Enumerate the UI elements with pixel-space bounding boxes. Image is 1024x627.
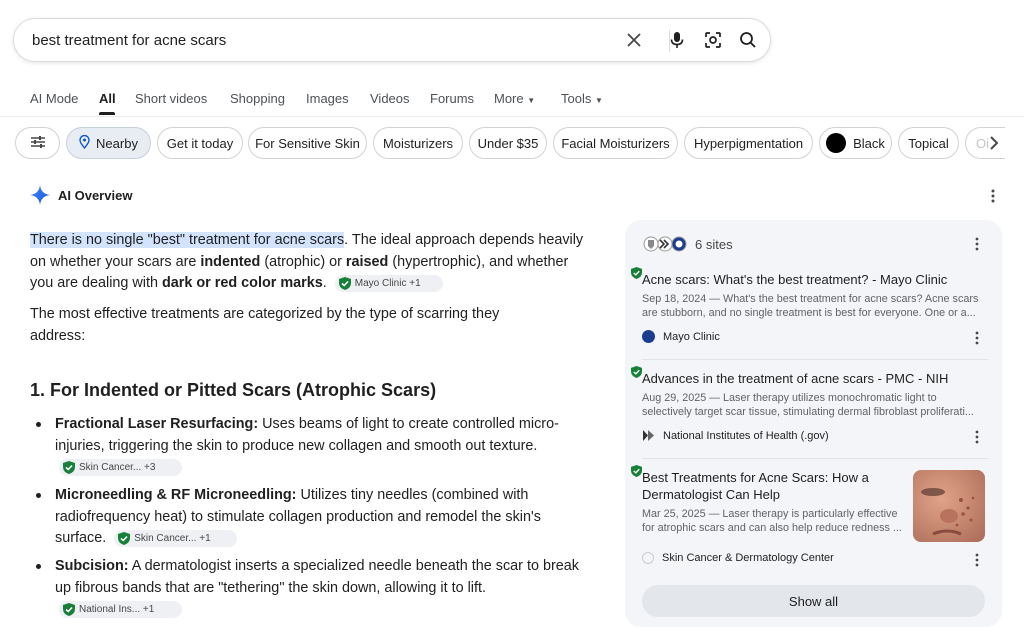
bullet: [36, 493, 41, 498]
active-tab-indicator: [99, 112, 115, 115]
microphone-icon[interactable]: [666, 29, 688, 51]
overview-paragraph-1: There is no single "best" treatment for …: [30, 232, 584, 292]
sources-panel: 6 sites Acne scars: What's the best trea…: [625, 220, 1002, 627]
more-options-icon[interactable]: [975, 430, 979, 444]
nih-favicon-icon: [642, 429, 655, 442]
citation-chip[interactable]: National Ins... +1: [59, 600, 182, 618]
source-snippet: Aug 29, 2025 — Laser therapy utilizes mo…: [642, 392, 974, 418]
tab-videos[interactable]: Videos: [370, 91, 410, 106]
citation-chip[interactable]: Skin Cancer... +3: [59, 458, 182, 476]
camera-lens-icon[interactable]: [702, 29, 724, 51]
more-options-icon[interactable]: [975, 331, 979, 345]
verified-shield-icon: [631, 465, 642, 477]
section-heading: 1. For Indented or Pitted Scars (Atrophi…: [30, 380, 437, 400]
chevron-down-icon: ▼: [527, 96, 536, 105]
overview-paragraph-2: The most effective treatments are catego…: [30, 306, 500, 344]
bullet: [36, 422, 41, 427]
source-site[interactable]: Mayo Clinic: [642, 330, 720, 343]
ai-overview-header: AI Overview: [30, 185, 132, 205]
location-pin-icon: [79, 134, 90, 152]
chip-topical[interactable]: Topical: [898, 127, 959, 159]
chip-under-35[interactable]: Under $35: [469, 127, 547, 159]
tools-button[interactable]: Tools ▼: [561, 91, 603, 106]
sliders-icon: [30, 135, 46, 152]
chip-moisturizers[interactable]: Moisturizers: [373, 127, 463, 159]
chip-facial-moisturizers[interactable]: Facial Moisturizers: [553, 127, 678, 159]
bullet: [36, 564, 41, 569]
verified-shield-icon: [63, 460, 75, 474]
more-options-icon[interactable]: [991, 189, 995, 208]
source-site[interactable]: National Institutes of Health (.gov): [642, 429, 829, 442]
tab-shopping[interactable]: Shopping: [230, 91, 285, 106]
chevron-down-icon: ▼: [594, 96, 603, 105]
citation-chip[interactable]: Mayo Clinic +1: [334, 274, 443, 292]
citation-chip[interactable]: Skin Cancer... +1: [114, 529, 238, 547]
source-title[interactable]: Acne scars: What's the best treatment? -…: [642, 271, 982, 288]
list-item: Subcision: A dermatologist inserts a spe…: [55, 556, 590, 621]
verified-shield-icon: [338, 276, 351, 290]
divider: [642, 458, 988, 459]
tabs-divider: [0, 116, 1024, 117]
chip-black[interactable]: Black: [819, 127, 892, 159]
search-input[interactable]: best treatment for acne scars: [32, 32, 226, 49]
source-site[interactable]: Skin Cancer & Dermatology Center: [642, 552, 834, 564]
more-options-icon[interactable]: [975, 553, 979, 567]
source-title[interactable]: Best Treatments for Acne Scars: How a De…: [642, 469, 892, 503]
divider: [642, 359, 988, 360]
source-title[interactable]: Advances in the treatment of acne scars …: [642, 370, 982, 387]
tab-more[interactable]: More ▼: [494, 91, 535, 106]
sites-header[interactable]: 6 sites: [643, 236, 733, 252]
more-options-icon[interactable]: [975, 237, 979, 251]
chevron-right-icon[interactable]: [988, 135, 1000, 156]
chip-hyperpigmentation[interactable]: Hyperpigmentation: [684, 127, 813, 159]
mayo-clinic-favicon-icon: [642, 330, 655, 343]
clear-icon[interactable]: [623, 29, 645, 51]
filter-settings-button[interactable]: [15, 127, 60, 159]
verified-shield-icon: [118, 531, 131, 545]
site-favicons-icon: [643, 236, 687, 252]
list-item: Fractional Laser Resurfacing: Uses beams…: [55, 414, 565, 479]
tab-all[interactable]: All: [99, 91, 116, 106]
sparkle-icon: [30, 185, 50, 205]
tab-short-videos[interactable]: Short videos: [135, 91, 207, 106]
chip-nearby[interactable]: Nearby: [66, 127, 151, 159]
show-all-button[interactable]: Show all: [642, 585, 985, 617]
verified-shield-icon: [631, 366, 642, 378]
verified-shield-icon: [631, 267, 642, 279]
list-item: Microneedling & RF Microneedling: Utiliz…: [55, 487, 541, 547]
search-bar[interactable]: best treatment for acne scars: [13, 18, 771, 62]
source-snippet: Mar 25, 2025 — Laser therapy is particul…: [642, 508, 902, 534]
chip-get-it-today[interactable]: Get it today: [157, 127, 243, 159]
tab-forums[interactable]: Forums: [430, 91, 474, 106]
black-swatch-icon: [826, 133, 847, 153]
skin-cancer-center-favicon-icon: [642, 552, 654, 564]
chip-for-sensitive-skin[interactable]: For Sensitive Skin: [248, 127, 367, 159]
source-snippet: Sep 18, 2024 — What's the best treatment…: [642, 293, 979, 319]
source-thumbnail[interactable]: [913, 470, 985, 542]
search-icon[interactable]: [737, 29, 759, 51]
tab-ai-mode[interactable]: AI Mode: [30, 91, 78, 106]
highlighted-answer: There is no single "best" treatment for …: [30, 232, 345, 248]
verified-shield-icon: [63, 602, 75, 616]
tab-images[interactable]: Images: [306, 91, 349, 106]
